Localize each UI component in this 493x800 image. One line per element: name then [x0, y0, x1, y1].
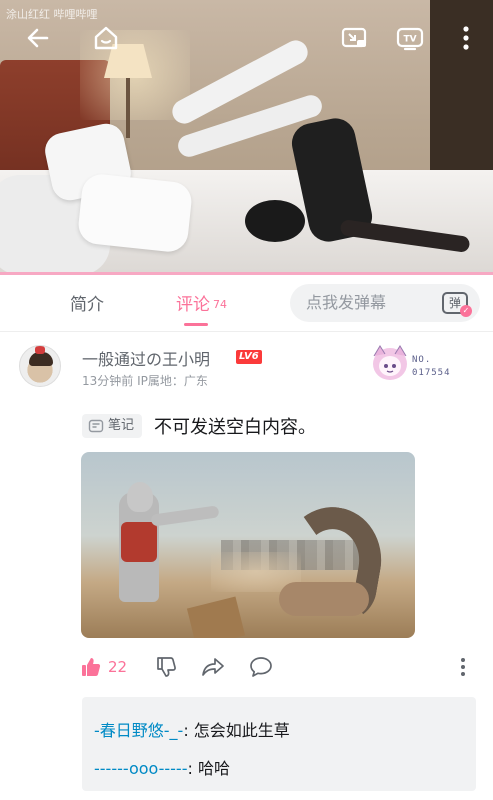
danmaku-toggle-button[interactable]: 弹 ✓ [430, 284, 480, 322]
image-rock [186, 596, 246, 638]
fan-badge-label: NO. 017554 [412, 354, 451, 380]
active-tab-indicator [184, 323, 208, 326]
fan-badge-icon[interactable] [366, 342, 414, 384]
back-arrow-icon [27, 28, 49, 48]
comments-count: 74 [213, 298, 227, 311]
comment-text: 不可发送空白内容。 [154, 417, 316, 438]
comment-image[interactable] [81, 452, 415, 638]
tab-comments-label: 评论 [176, 295, 210, 315]
thumbs-down-icon [157, 657, 176, 677]
screen-cast-icon [341, 27, 367, 48]
video-frame-lamp-pole [126, 78, 130, 138]
home-icon [94, 26, 118, 50]
video-frame-figure-head [245, 200, 305, 242]
reply-text: : 怎会如此生草 [183, 721, 290, 740]
svg-text:TV: TV [403, 35, 416, 45]
comment-meta: 13分钟前 IP属地：广东 [82, 372, 208, 389]
reply-text: : 哈哈 [187, 759, 230, 778]
avatar-hat [35, 346, 45, 354]
comment-more-button[interactable] [460, 652, 466, 682]
fan-badge-number: 017554 [412, 368, 451, 378]
note-tag-label: 笔记 [108, 418, 135, 433]
back-button[interactable] [18, 18, 58, 58]
tab-intro[interactable]: 简介 [70, 290, 104, 315]
reply-preview-box[interactable]: -春日野悠-_-: 怎会如此生草 ------ooo-----: 哈哈 [82, 697, 476, 791]
image-hero-suit [121, 522, 157, 562]
avatar[interactable] [19, 345, 61, 387]
danmaku-icon-label: 弹 [448, 296, 461, 310]
comment-time: 13分钟前 [82, 374, 134, 388]
danmaku-icon: 弹 ✓ [442, 292, 472, 317]
home-button[interactable] [86, 18, 126, 58]
image-hero-head [127, 482, 153, 512]
comment-username[interactable]: 一般通过の王小明 [82, 346, 210, 370]
tab-bar: 简介 评论 74 点我发弹幕 弹 ✓ [0, 278, 493, 332]
note-icon [88, 419, 104, 433]
thumbs-up-icon [82, 658, 101, 676]
note-tag[interactable]: 笔记 [82, 414, 143, 438]
reply-item: ------ooo-----: 哈哈 [94, 755, 230, 779]
danmaku-input[interactable]: 点我发弹幕 [290, 284, 430, 322]
comment-ip-location: IP属地：广东 [137, 374, 208, 388]
tv-button[interactable]: TV [390, 18, 430, 58]
tab-comments[interactable]: 评论 74 [176, 290, 227, 315]
like-count: 22 [108, 658, 128, 676]
tv-icon: TV [396, 27, 424, 51]
more-vertical-icon [461, 658, 465, 676]
video-frame-pillow [76, 172, 194, 254]
video-progress-bar[interactable] [0, 272, 493, 275]
fan-badge-prefix: NO. [412, 355, 432, 365]
chat-bubble-icon [250, 657, 272, 677]
more-vertical-icon [463, 26, 469, 50]
reply-button[interactable] [249, 652, 273, 682]
like-button[interactable]: 22 [80, 652, 127, 682]
check-icon: ✓ [460, 305, 472, 317]
screen-cast-button[interactable] [334, 18, 374, 58]
share-icon [202, 658, 224, 676]
image-hero-arm [150, 505, 220, 527]
more-options-button[interactable] [446, 18, 486, 58]
reply-item: -春日野悠-_-: 怎会如此生草 [94, 717, 290, 741]
reply-username[interactable]: ------ooo----- [94, 759, 187, 778]
dislike-button[interactable] [155, 652, 177, 682]
avatar-hair [29, 352, 53, 366]
level-badge: LV6 [236, 350, 262, 364]
image-monster-tail [279, 582, 369, 616]
comment-actions: 22 [0, 652, 493, 682]
share-button[interactable] [201, 652, 225, 682]
reply-username[interactable]: -春日野悠-_- [94, 721, 183, 740]
